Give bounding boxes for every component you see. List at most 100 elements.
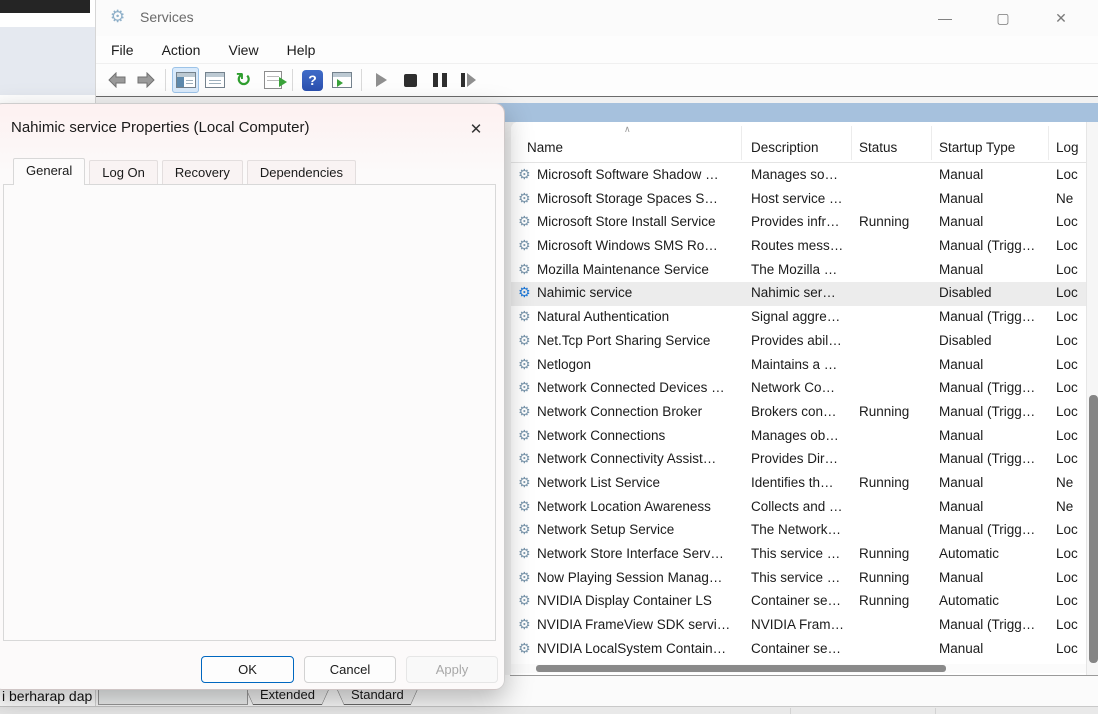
table-row[interactable]: ⚙Microsoft Storage Spaces S…Host service… [511, 188, 1086, 212]
dialog-close-icon[interactable]: ✕ [462, 116, 490, 142]
service-name-cell[interactable]: NVIDIA LocalSystem Contain… [537, 641, 726, 656]
column-header-startup-type[interactable]: Startup Type [939, 140, 1015, 155]
logon-cell: Loc [1056, 214, 1078, 229]
start-service-icon[interactable] [368, 67, 395, 93]
service-name-cell[interactable]: NVIDIA Display Container LS [537, 593, 712, 608]
column-divider[interactable] [1048, 126, 1049, 160]
maximize-button[interactable]: ▢ [974, 0, 1032, 36]
service-name-cell[interactable]: Network Setup Service [537, 522, 674, 537]
table-row[interactable]: ⚙Microsoft Software Shadow …Manages so…M… [511, 164, 1086, 188]
status-cell: Running [859, 404, 909, 419]
table-row[interactable]: ⚙Network Setup ServiceThe Network…Manual… [511, 519, 1086, 543]
table-row[interactable]: ⚙Natural AuthenticationSignal aggre…Manu… [511, 306, 1086, 330]
service-name-cell[interactable]: Mozilla Maintenance Service [537, 262, 709, 277]
tab-dependencies[interactable]: Dependencies [247, 160, 356, 185]
service-name-cell[interactable]: Netlogon [537, 357, 591, 372]
refresh-icon[interactable]: ↻ [230, 67, 257, 93]
service-name-cell[interactable]: Nahimic service [537, 285, 632, 300]
column-header-status[interactable]: Status [859, 140, 897, 155]
logon-cell: Loc [1056, 451, 1078, 466]
show-console-tree-icon[interactable] [172, 67, 199, 93]
background-window-panel-block [0, 27, 95, 95]
apply-button[interactable]: Apply [406, 656, 498, 683]
service-name-cell[interactable]: Network Store Interface Serv… [537, 546, 724, 561]
close-button[interactable]: ✕ [1032, 0, 1090, 36]
service-name-cell[interactable]: Network List Service [537, 475, 660, 490]
table-row[interactable]: ⚙NVIDIA Display Container LSContainer se… [511, 590, 1086, 614]
table-row[interactable]: ⚙NVIDIA LocalSystem Contain…Container se… [511, 638, 1086, 662]
table-row[interactable]: ⚙Network ConnectionsManages ob…ManualLoc [511, 425, 1086, 449]
table-row[interactable]: ⚙Mozilla Maintenance ServiceThe Mozilla … [511, 259, 1086, 283]
table-row[interactable]: ⚙Network Store Interface Serv…This servi… [511, 543, 1086, 567]
column-header-name[interactable]: Name [527, 140, 563, 155]
column-header-description[interactable]: Description [751, 140, 819, 155]
window-controls: — ▢ ✕ [916, 0, 1090, 36]
service-name-cell[interactable]: Microsoft Windows SMS Ro… [537, 238, 718, 253]
titlebar[interactable]: ⚙ Services — ▢ ✕ [96, 0, 1098, 36]
tab-logon[interactable]: Log On [89, 160, 158, 185]
table-row[interactable]: ⚙Network Connectivity Assist…Provides Di… [511, 448, 1086, 472]
service-name-cell[interactable]: Network Connectivity Assist… [537, 451, 716, 466]
service-name-cell[interactable]: Network Connection Broker [537, 404, 702, 419]
horizontal-scrollbar[interactable] [511, 664, 1086, 673]
table-row[interactable]: ⚙Net.Tcp Port Sharing ServiceProvides ab… [511, 330, 1086, 354]
menu-view[interactable]: View [228, 42, 258, 58]
show-action-pane-icon[interactable] [328, 67, 355, 93]
description-cell: Network Co… [751, 380, 835, 395]
service-name-cell[interactable]: Microsoft Software Shadow … [537, 167, 719, 182]
table-row[interactable]: ⚙Network List ServiceIdentifies th…Runni… [511, 472, 1086, 496]
table-row[interactable]: ⚙Now Playing Session Manag…This service … [511, 567, 1086, 591]
stop-service-icon[interactable] [397, 67, 424, 93]
service-name-cell[interactable]: Microsoft Storage Spaces S… [537, 191, 718, 206]
service-name-cell[interactable]: Network Location Awareness [537, 499, 711, 514]
description-cell: Manages ob… [751, 428, 839, 443]
service-name-cell[interactable]: Natural Authentication [537, 309, 669, 324]
column-header-logon[interactable]: Log [1056, 140, 1079, 155]
pause-service-icon[interactable] [426, 67, 453, 93]
ok-button[interactable]: OK [201, 656, 294, 683]
service-name-cell[interactable]: NVIDIA FrameView SDK servi… [537, 617, 730, 632]
menu-action[interactable]: Action [162, 42, 201, 58]
restart-service-icon[interactable] [455, 67, 482, 93]
service-name-cell[interactable]: Network Connected Devices … [537, 380, 725, 395]
tab-general[interactable]: General [13, 158, 85, 185]
sort-ascending-icon: ∧ [624, 124, 631, 135]
logon-cell: Ne [1056, 191, 1073, 206]
table-row[interactable]: ⚙Network Location AwarenessCollects and … [511, 496, 1086, 520]
vertical-scrollbar-thumb[interactable] [1089, 395, 1098, 663]
minimize-button[interactable]: — [916, 0, 974, 36]
service-name-cell[interactable]: Now Playing Session Manag… [537, 570, 722, 585]
properties-icon[interactable] [201, 67, 228, 93]
gear-icon: ⚙ [518, 474, 531, 491]
back-icon[interactable] [103, 67, 130, 93]
horizontal-scrollbar-thumb[interactable] [536, 665, 946, 672]
column-divider[interactable] [741, 126, 742, 160]
list-header: ∧ Name Description Status Startup Type L… [511, 122, 1086, 163]
window-title: Services [140, 9, 194, 25]
table-row[interactable]: ⚙NVIDIA FrameView SDK servi…NVIDIA Fram…… [511, 614, 1086, 638]
column-divider[interactable] [851, 126, 852, 160]
gear-icon: ⚙ [518, 616, 531, 633]
table-row[interactable]: ⚙Microsoft Store Install ServiceProvides… [511, 211, 1086, 235]
vertical-scrollbar[interactable] [1086, 122, 1098, 675]
service-name-cell[interactable]: Network Connections [537, 428, 665, 443]
column-divider[interactable] [931, 126, 932, 160]
export-list-icon[interactable] [259, 67, 286, 93]
help-icon[interactable]: ? [299, 67, 326, 93]
table-row[interactable]: ⚙NetlogonMaintains a …ManualLoc [511, 354, 1086, 378]
dialog-tabs: General Log On Recovery Dependencies [13, 158, 360, 185]
gear-icon: ⚙ [518, 403, 531, 420]
cancel-button[interactable]: Cancel [304, 656, 396, 683]
table-row[interactable]: ⚙Network Connected Devices …Network Co…M… [511, 377, 1086, 401]
table-row[interactable]: ⚙Nahimic serviceNahimic ser…DisabledLoc [511, 282, 1086, 306]
service-name-cell[interactable]: Net.Tcp Port Sharing Service [537, 333, 710, 348]
gear-icon: ⚙ [518, 332, 531, 349]
menu-file[interactable]: File [111, 42, 134, 58]
table-row[interactable]: ⚙Network Connection BrokerBrokers con…Ru… [511, 401, 1086, 425]
menu-help[interactable]: Help [287, 42, 316, 58]
properties-dialog: Nahimic service Properties (Local Comput… [0, 103, 505, 690]
tab-recovery[interactable]: Recovery [162, 160, 243, 185]
table-row[interactable]: ⚙Microsoft Windows SMS Ro…Routes mess…Ma… [511, 235, 1086, 259]
service-name-cell[interactable]: Microsoft Store Install Service [537, 214, 716, 229]
forward-icon[interactable] [132, 67, 159, 93]
